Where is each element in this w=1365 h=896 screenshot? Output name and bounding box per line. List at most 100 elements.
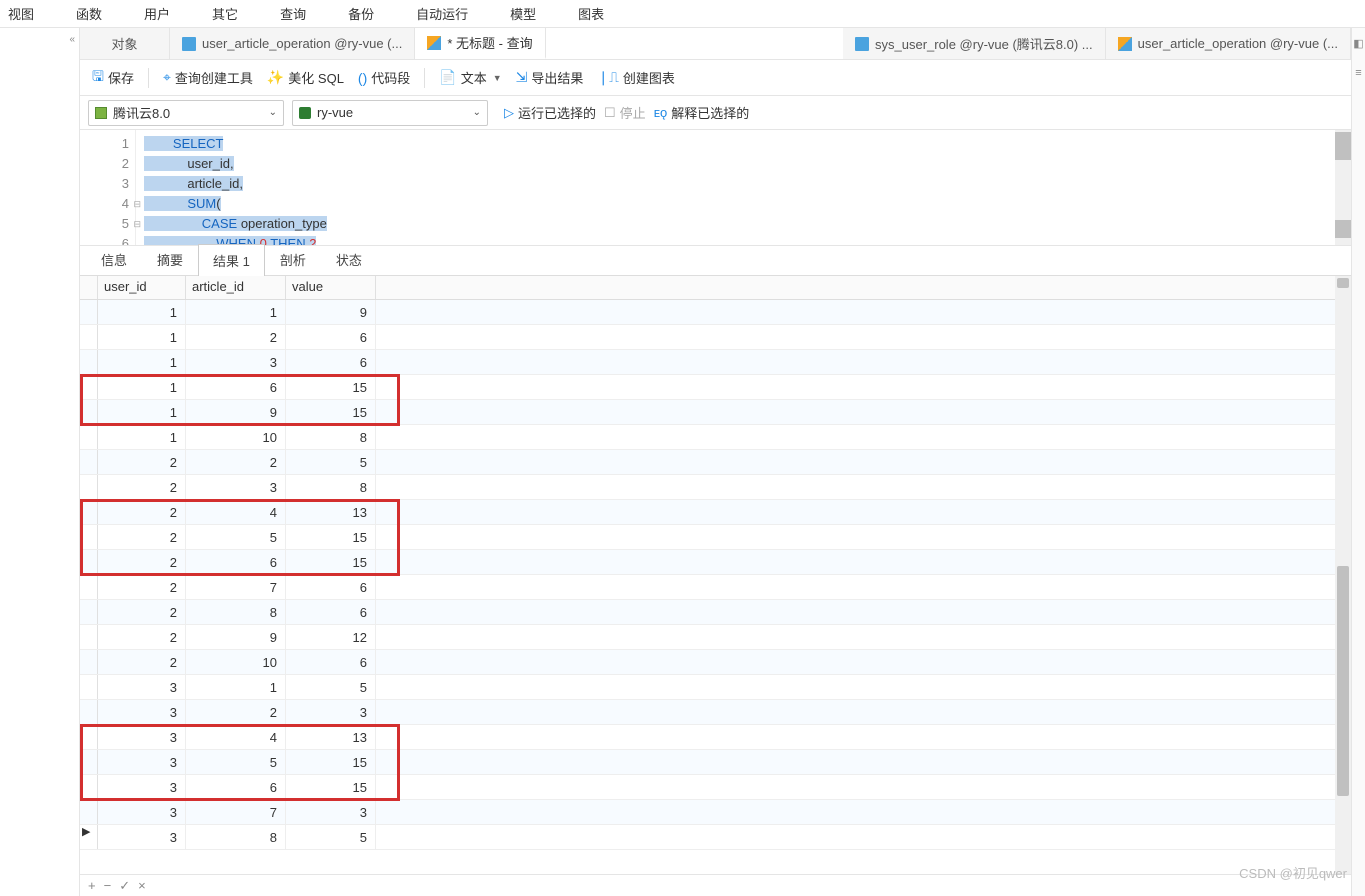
snippet-button[interactable]: ()代码段 (358, 68, 410, 87)
menu-item[interactable]: 视图 (8, 4, 34, 23)
cell[interactable]: 2 (98, 450, 186, 474)
table-row[interactable]: 2912 (80, 625, 1335, 650)
cell[interactable]: 2 (186, 325, 286, 349)
table-row[interactable]: 276 (80, 575, 1335, 600)
cell[interactable]: 13 (286, 725, 376, 749)
menu-item[interactable]: 自动运行 (416, 4, 468, 23)
cell[interactable]: 5 (186, 750, 286, 774)
create-chart-button[interactable]: ❘⎍创建图表 (597, 68, 675, 87)
cell[interactable]: 10 (186, 425, 286, 449)
tab-table-1[interactable]: user_article_operation @ry-vue (... (170, 28, 415, 59)
cell[interactable]: 15 (286, 400, 376, 424)
cell[interactable]: 3 (98, 675, 186, 699)
grid-scrollbar[interactable] (1335, 276, 1351, 874)
save-button[interactable]: 🖫保存 (92, 66, 134, 90)
cell[interactable]: 6 (186, 375, 286, 399)
editor-scrollbar[interactable] (1335, 130, 1351, 245)
cell[interactable]: 3 (98, 725, 186, 749)
explain-button[interactable]: ᴇǫ解释已选择的 (654, 103, 750, 122)
tab-objects[interactable]: 对象 (80, 28, 170, 59)
result-tab[interactable]: 剖析 (265, 243, 321, 275)
cell[interactable]: 2 (98, 475, 186, 499)
column-header[interactable]: article_id (186, 276, 286, 299)
menu-item[interactable]: 函数 (76, 4, 102, 23)
cell[interactable]: 6 (286, 325, 376, 349)
table-row[interactable]: 136 (80, 350, 1335, 375)
cell[interactable]: 3 (98, 800, 186, 824)
menu-item[interactable]: 图表 (578, 4, 604, 23)
table-row[interactable]: 1615 (80, 375, 1335, 400)
table-row[interactable]: 2615 (80, 550, 1335, 575)
right-panel-icon[interactable]: ◧ (1352, 28, 1365, 58)
cell[interactable]: 3 (286, 800, 376, 824)
tab-table-2[interactable]: sys_user_role @ry-vue (腾讯云8.0) ... (843, 28, 1106, 59)
menu-item[interactable]: 其它 (212, 4, 238, 23)
text-button[interactable]: 📄文本▼ (439, 68, 501, 87)
menu-item[interactable]: 用户 (144, 4, 170, 23)
server-combo[interactable]: 腾讯云8.0⌄ (88, 100, 284, 126)
cell[interactable]: 15 (286, 750, 376, 774)
table-row[interactable]: 3515 (80, 750, 1335, 775)
cell[interactable]: 15 (286, 775, 376, 799)
cell[interactable]: 9 (286, 300, 376, 324)
result-tab[interactable]: 结果 1 (198, 244, 265, 276)
cell[interactable]: 2 (98, 500, 186, 524)
table-row[interactable]: ▶385 (80, 825, 1335, 850)
table-row[interactable]: 286 (80, 600, 1335, 625)
cell[interactable]: 6 (286, 600, 376, 624)
cell[interactable]: 1 (186, 300, 286, 324)
cell[interactable]: 2 (98, 650, 186, 674)
cell[interactable]: 1 (98, 425, 186, 449)
result-tab[interactable]: 摘要 (142, 243, 198, 275)
cell[interactable]: 1 (98, 300, 186, 324)
cell[interactable]: 3 (98, 700, 186, 724)
cell[interactable]: 3 (186, 350, 286, 374)
cell[interactable]: 15 (286, 550, 376, 574)
cell[interactable]: 3 (98, 775, 186, 799)
cell[interactable]: 6 (186, 550, 286, 574)
cell[interactable]: 5 (186, 525, 286, 549)
cell[interactable]: 4 (186, 500, 286, 524)
cell[interactable]: 2 (98, 550, 186, 574)
cell[interactable]: 6 (286, 575, 376, 599)
cell[interactable]: 2 (98, 525, 186, 549)
cell[interactable]: 13 (286, 500, 376, 524)
cell[interactable]: 8 (186, 600, 286, 624)
cell[interactable]: 2 (98, 600, 186, 624)
table-row[interactable]: 3615 (80, 775, 1335, 800)
cell[interactable]: 5 (286, 675, 376, 699)
cell[interactable]: 10 (186, 650, 286, 674)
right-panel-icon[interactable]: ≡ (1352, 58, 1365, 88)
cell[interactable]: 1 (98, 350, 186, 374)
tab-query-2[interactable]: user_article_operation @ry-vue (... (1106, 28, 1351, 59)
run-button[interactable]: ▷运行已选择的 (504, 103, 596, 122)
cell[interactable]: 8 (286, 475, 376, 499)
cell[interactable]: 8 (286, 425, 376, 449)
sql-editor[interactable]: 1234⊟5⊟6 SELECT user_id, article_id, SUM… (80, 130, 1351, 246)
cell[interactable]: 1 (98, 400, 186, 424)
cell[interactable]: 3 (286, 700, 376, 724)
cell[interactable]: 5 (286, 450, 376, 474)
table-row[interactable]: 315 (80, 675, 1335, 700)
table-row[interactable]: 2106 (80, 650, 1335, 675)
beautify-button[interactable]: ✨美化 SQL (267, 68, 344, 87)
cancel-icon[interactable]: × (138, 878, 146, 893)
cell[interactable]: 6 (286, 350, 376, 374)
cell[interactable]: 2 (98, 575, 186, 599)
cell[interactable]: 1 (98, 375, 186, 399)
delete-row-icon[interactable]: − (104, 878, 112, 893)
database-combo[interactable]: ry-vue⌄ (292, 100, 488, 126)
table-row[interactable]: 1915 (80, 400, 1335, 425)
cell[interactable]: 3 (98, 750, 186, 774)
cell[interactable]: 2 (98, 625, 186, 649)
cell[interactable]: 4 (186, 725, 286, 749)
tab-query-active[interactable]: * 无标题 - 查询 (415, 28, 545, 59)
table-row[interactable]: 2515 (80, 525, 1335, 550)
table-row[interactable]: 238 (80, 475, 1335, 500)
cell[interactable]: 5 (286, 825, 376, 849)
menu-item[interactable]: 模型 (510, 4, 536, 23)
cell[interactable]: 12 (286, 625, 376, 649)
cell[interactable]: 6 (186, 775, 286, 799)
table-row[interactable]: 373 (80, 800, 1335, 825)
table-row[interactable]: 3413 (80, 725, 1335, 750)
